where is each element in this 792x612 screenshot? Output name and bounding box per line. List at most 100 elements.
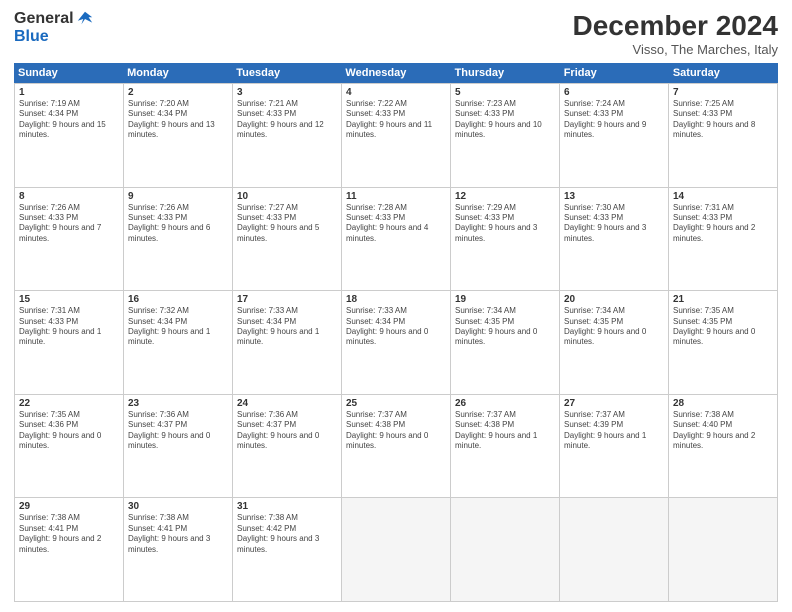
cal-cell-9: 9Sunrise: 7:26 AM Sunset: 4:33 PM Daylig… <box>124 188 233 291</box>
header-day-friday: Friday <box>560 63 669 83</box>
day-number: 11 <box>346 191 446 202</box>
day-number: 29 <box>19 501 119 512</box>
cal-cell-15: 15Sunrise: 7:31 AM Sunset: 4:33 PM Dayli… <box>15 291 124 394</box>
day-info: Sunrise: 7:36 AM Sunset: 4:37 PM Dayligh… <box>128 410 228 452</box>
day-info: Sunrise: 7:38 AM Sunset: 4:41 PM Dayligh… <box>128 513 228 555</box>
day-number: 19 <box>455 294 555 305</box>
day-number: 4 <box>346 87 446 98</box>
cal-cell-23: 23Sunrise: 7:36 AM Sunset: 4:37 PM Dayli… <box>124 395 233 498</box>
day-number: 1 <box>19 87 119 98</box>
cal-cell-6: 6Sunrise: 7:24 AM Sunset: 4:33 PM Daylig… <box>560 84 669 187</box>
day-info: Sunrise: 7:21 AM Sunset: 4:33 PM Dayligh… <box>237 99 337 141</box>
cal-cell-empty-4-6 <box>669 498 778 601</box>
cal-cell-empty-4-5 <box>560 498 669 601</box>
day-number: 26 <box>455 398 555 409</box>
cal-cell-3: 3Sunrise: 7:21 AM Sunset: 4:33 PM Daylig… <box>233 84 342 187</box>
day-info: Sunrise: 7:37 AM Sunset: 4:38 PM Dayligh… <box>346 410 446 452</box>
day-number: 8 <box>19 191 119 202</box>
day-number: 28 <box>673 398 773 409</box>
day-info: Sunrise: 7:35 AM Sunset: 4:35 PM Dayligh… <box>673 306 773 348</box>
day-number: 18 <box>346 294 446 305</box>
day-info: Sunrise: 7:35 AM Sunset: 4:36 PM Dayligh… <box>19 410 119 452</box>
header: General Blue December 2024 Visso, The Ma… <box>14 10 778 57</box>
day-number: 7 <box>673 87 773 98</box>
day-number: 24 <box>237 398 337 409</box>
day-info: Sunrise: 7:38 AM Sunset: 4:41 PM Dayligh… <box>19 513 119 555</box>
day-info: Sunrise: 7:28 AM Sunset: 4:33 PM Dayligh… <box>346 203 446 245</box>
cal-cell-30: 30Sunrise: 7:38 AM Sunset: 4:41 PM Dayli… <box>124 498 233 601</box>
day-number: 10 <box>237 191 337 202</box>
day-number: 27 <box>564 398 664 409</box>
header-day-saturday: Saturday <box>669 63 778 83</box>
day-number: 22 <box>19 398 119 409</box>
calendar: SundayMondayTuesdayWednesdayThursdayFrid… <box>14 63 778 602</box>
title-section: December 2024 Visso, The Marches, Italy <box>573 10 778 57</box>
cal-cell-28: 28Sunrise: 7:38 AM Sunset: 4:40 PM Dayli… <box>669 395 778 498</box>
cal-cell-14: 14Sunrise: 7:31 AM Sunset: 4:33 PM Dayli… <box>669 188 778 291</box>
day-info: Sunrise: 7:23 AM Sunset: 4:33 PM Dayligh… <box>455 99 555 141</box>
page: General Blue December 2024 Visso, The Ma… <box>0 0 792 612</box>
day-info: Sunrise: 7:27 AM Sunset: 4:33 PM Dayligh… <box>237 203 337 245</box>
calendar-row-3: 15Sunrise: 7:31 AM Sunset: 4:33 PM Dayli… <box>14 290 778 394</box>
day-number: 30 <box>128 501 228 512</box>
day-info: Sunrise: 7:26 AM Sunset: 4:33 PM Dayligh… <box>19 203 119 245</box>
cal-cell-empty-4-3 <box>342 498 451 601</box>
day-number: 6 <box>564 87 664 98</box>
day-number: 21 <box>673 294 773 305</box>
calendar-row-5: 29Sunrise: 7:38 AM Sunset: 4:41 PM Dayli… <box>14 497 778 602</box>
day-number: 3 <box>237 87 337 98</box>
location: Visso, The Marches, Italy <box>573 42 778 57</box>
cal-cell-19: 19Sunrise: 7:34 AM Sunset: 4:35 PM Dayli… <box>451 291 560 394</box>
cal-cell-18: 18Sunrise: 7:33 AM Sunset: 4:34 PM Dayli… <box>342 291 451 394</box>
day-info: Sunrise: 7:24 AM Sunset: 4:33 PM Dayligh… <box>564 99 664 141</box>
cal-cell-17: 17Sunrise: 7:33 AM Sunset: 4:34 PM Dayli… <box>233 291 342 394</box>
cal-cell-empty-4-4 <box>451 498 560 601</box>
cal-cell-2: 2Sunrise: 7:20 AM Sunset: 4:34 PM Daylig… <box>124 84 233 187</box>
cal-cell-7: 7Sunrise: 7:25 AM Sunset: 4:33 PM Daylig… <box>669 84 778 187</box>
day-number: 5 <box>455 87 555 98</box>
day-number: 9 <box>128 191 228 202</box>
cal-cell-25: 25Sunrise: 7:37 AM Sunset: 4:38 PM Dayli… <box>342 395 451 498</box>
day-info: Sunrise: 7:30 AM Sunset: 4:33 PM Dayligh… <box>564 203 664 245</box>
cal-cell-12: 12Sunrise: 7:29 AM Sunset: 4:33 PM Dayli… <box>451 188 560 291</box>
day-number: 13 <box>564 191 664 202</box>
day-info: Sunrise: 7:38 AM Sunset: 4:40 PM Dayligh… <box>673 410 773 452</box>
calendar-body: 1Sunrise: 7:19 AM Sunset: 4:34 PM Daylig… <box>14 83 778 602</box>
cal-cell-5: 5Sunrise: 7:23 AM Sunset: 4:33 PM Daylig… <box>451 84 560 187</box>
day-info: Sunrise: 7:26 AM Sunset: 4:33 PM Dayligh… <box>128 203 228 245</box>
day-info: Sunrise: 7:34 AM Sunset: 4:35 PM Dayligh… <box>455 306 555 348</box>
header-day-wednesday: Wednesday <box>341 63 450 83</box>
day-number: 25 <box>346 398 446 409</box>
calendar-header: SundayMondayTuesdayWednesdayThursdayFrid… <box>14 63 778 83</box>
cal-cell-1: 1Sunrise: 7:19 AM Sunset: 4:34 PM Daylig… <box>15 84 124 187</box>
day-number: 16 <box>128 294 228 305</box>
cal-cell-27: 27Sunrise: 7:37 AM Sunset: 4:39 PM Dayli… <box>560 395 669 498</box>
day-number: 14 <box>673 191 773 202</box>
cal-cell-10: 10Sunrise: 7:27 AM Sunset: 4:33 PM Dayli… <box>233 188 342 291</box>
header-day-sunday: Sunday <box>14 63 123 83</box>
cal-cell-11: 11Sunrise: 7:28 AM Sunset: 4:33 PM Dayli… <box>342 188 451 291</box>
cal-cell-13: 13Sunrise: 7:30 AM Sunset: 4:33 PM Dayli… <box>560 188 669 291</box>
day-info: Sunrise: 7:31 AM Sunset: 4:33 PM Dayligh… <box>673 203 773 245</box>
logo: General Blue <box>14 10 94 46</box>
month-title: December 2024 <box>573 10 778 42</box>
logo-general-text: General <box>14 10 74 28</box>
day-info: Sunrise: 7:37 AM Sunset: 4:38 PM Dayligh… <box>455 410 555 452</box>
calendar-row-4: 22Sunrise: 7:35 AM Sunset: 4:36 PM Dayli… <box>14 394 778 498</box>
day-info: Sunrise: 7:33 AM Sunset: 4:34 PM Dayligh… <box>237 306 337 348</box>
day-info: Sunrise: 7:33 AM Sunset: 4:34 PM Dayligh… <box>346 306 446 348</box>
day-info: Sunrise: 7:19 AM Sunset: 4:34 PM Dayligh… <box>19 99 119 141</box>
cal-cell-4: 4Sunrise: 7:22 AM Sunset: 4:33 PM Daylig… <box>342 84 451 187</box>
cal-cell-21: 21Sunrise: 7:35 AM Sunset: 4:35 PM Dayli… <box>669 291 778 394</box>
cal-cell-29: 29Sunrise: 7:38 AM Sunset: 4:41 PM Dayli… <box>15 498 124 601</box>
day-number: 31 <box>237 501 337 512</box>
day-number: 15 <box>19 294 119 305</box>
day-info: Sunrise: 7:31 AM Sunset: 4:33 PM Dayligh… <box>19 306 119 348</box>
day-number: 20 <box>564 294 664 305</box>
header-day-thursday: Thursday <box>451 63 560 83</box>
day-info: Sunrise: 7:37 AM Sunset: 4:39 PM Dayligh… <box>564 410 664 452</box>
logo-bird-icon <box>76 10 94 28</box>
cal-cell-20: 20Sunrise: 7:34 AM Sunset: 4:35 PM Dayli… <box>560 291 669 394</box>
calendar-row-1: 1Sunrise: 7:19 AM Sunset: 4:34 PM Daylig… <box>14 83 778 187</box>
day-info: Sunrise: 7:38 AM Sunset: 4:42 PM Dayligh… <box>237 513 337 555</box>
